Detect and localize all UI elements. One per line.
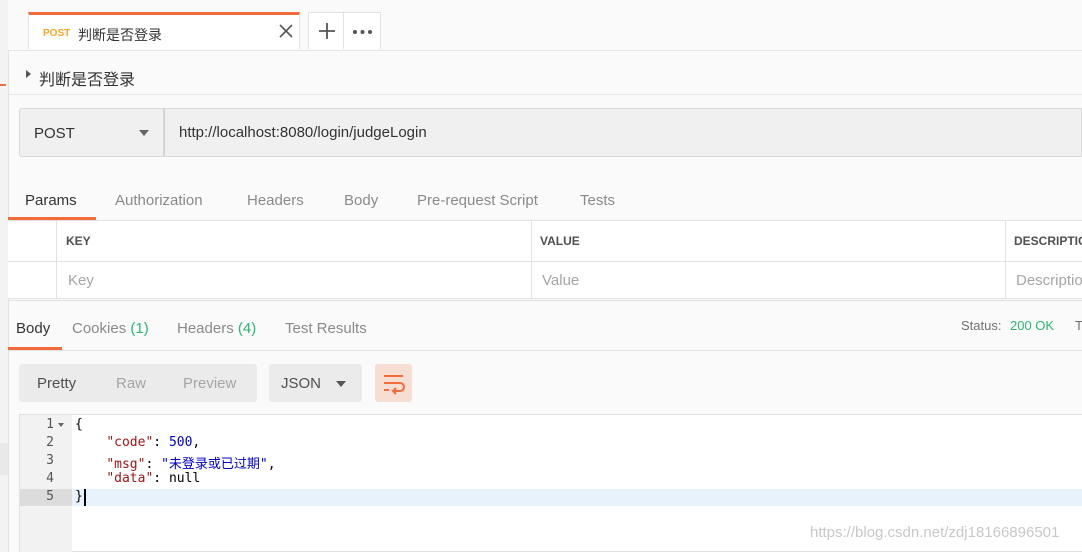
response-tab-body[interactable]: Body	[16, 320, 50, 337]
value-input[interactable]: Value	[532, 262, 1006, 299]
line-number: 3	[46, 453, 54, 468]
response-tab-headers[interactable]: Headers (4)	[177, 320, 256, 337]
divider	[8, 94, 1082, 95]
raw-button[interactable]: Raw	[116, 375, 146, 392]
active-line-highlight	[20, 489, 1082, 506]
key-column-header: KEY	[57, 221, 532, 262]
time-label: T	[1075, 318, 1082, 333]
watermark: https://blog.csdn.net/zdj18166896501	[810, 524, 1060, 541]
cookies-label: Cookies	[72, 320, 127, 337]
format-value: JSON	[281, 375, 322, 392]
method-select[interactable]: POST	[19, 108, 164, 157]
plus-icon	[319, 23, 335, 39]
response-tab-cookies[interactable]: Cookies (1)	[72, 320, 149, 337]
json-null: null	[168, 471, 201, 486]
view-mode-group: Pretty Raw Preview	[19, 364, 257, 402]
text-cursor	[84, 489, 86, 506]
code-line: "code": 500,	[106, 435, 201, 450]
code-line: {	[75, 417, 83, 432]
cookies-count: (1)	[130, 320, 149, 337]
description-input[interactable]: Descriptio	[1006, 262, 1082, 299]
wrap-lines-button[interactable]	[375, 364, 412, 402]
chevron-down-icon	[336, 381, 346, 387]
tab-headers[interactable]: Headers	[247, 192, 304, 209]
request-title[interactable]: 判断是否登录	[39, 66, 135, 90]
json-number: 500	[168, 435, 193, 450]
close-icon[interactable]	[277, 22, 295, 40]
params-table: KEY VALUE DESCRIPTIC Key Value Descripti…	[8, 221, 1082, 299]
method-value: POST	[34, 125, 75, 142]
row-checkbox-cell[interactable]	[8, 262, 57, 299]
description-column-header: DESCRIPTIC	[1006, 221, 1082, 262]
sidebar-row[interactable]	[0, 443, 8, 475]
divider	[8, 350, 1082, 351]
url-input[interactable]: http://localhost:8080/login/judgeLogin	[164, 108, 1082, 157]
tab-title: 判断是否登录	[78, 27, 162, 43]
divider	[8, 300, 1082, 301]
new-tab-button[interactable]	[308, 12, 344, 49]
code-line: "data": null	[106, 471, 201, 486]
tab-authorization[interactable]: Authorization	[115, 192, 203, 209]
table-header-cell	[8, 221, 57, 262]
value-column-header: VALUE	[532, 221, 1006, 262]
fold-caret-icon[interactable]	[58, 423, 64, 427]
line-number: 1	[46, 417, 54, 432]
request-tab[interactable]: POST 判断是否登录	[28, 12, 300, 49]
caret-right-icon[interactable]	[26, 70, 31, 78]
preview-button[interactable]: Preview	[183, 375, 236, 392]
chevron-down-icon	[139, 130, 149, 136]
json-string: "未登录或已过期"	[161, 457, 268, 472]
status-label: Status:	[961, 318, 1002, 333]
json-key: "code"	[106, 435, 154, 450]
tab-params[interactable]: Params	[25, 192, 77, 209]
wrap-icon	[384, 375, 405, 395]
headers-label: Headers	[177, 320, 234, 337]
response-tab-test-results[interactable]: Test Results	[285, 320, 367, 337]
tab-body[interactable]: Body	[344, 192, 378, 209]
pretty-button[interactable]: Pretty	[37, 375, 76, 392]
key-input[interactable]: Key	[57, 262, 532, 299]
tab-tests[interactable]: Tests	[580, 192, 615, 209]
more-tabs-button[interactable]	[344, 12, 381, 49]
tab-bar: POST 判断是否登录	[8, 0, 1082, 51]
sidebar-active-marker	[0, 84, 6, 86]
ellipsis-icon	[353, 30, 372, 34]
tab-pre-request-script[interactable]: Pre-request Script	[417, 192, 538, 209]
json-key: "msg"	[106, 457, 146, 472]
tab-method-label: POST	[43, 28, 71, 39]
code-line: "msg": "未登录或已过期",	[106, 457, 276, 472]
code-line: }	[75, 489, 83, 504]
line-number: 2	[46, 435, 54, 450]
format-select[interactable]: JSON	[269, 364, 362, 402]
status-badge[interactable]: 200 OK	[1010, 318, 1054, 333]
headers-count: (4)	[237, 320, 257, 337]
line-number: 5	[46, 489, 54, 504]
json-key: "data"	[106, 471, 154, 486]
line-number: 4	[46, 471, 54, 486]
